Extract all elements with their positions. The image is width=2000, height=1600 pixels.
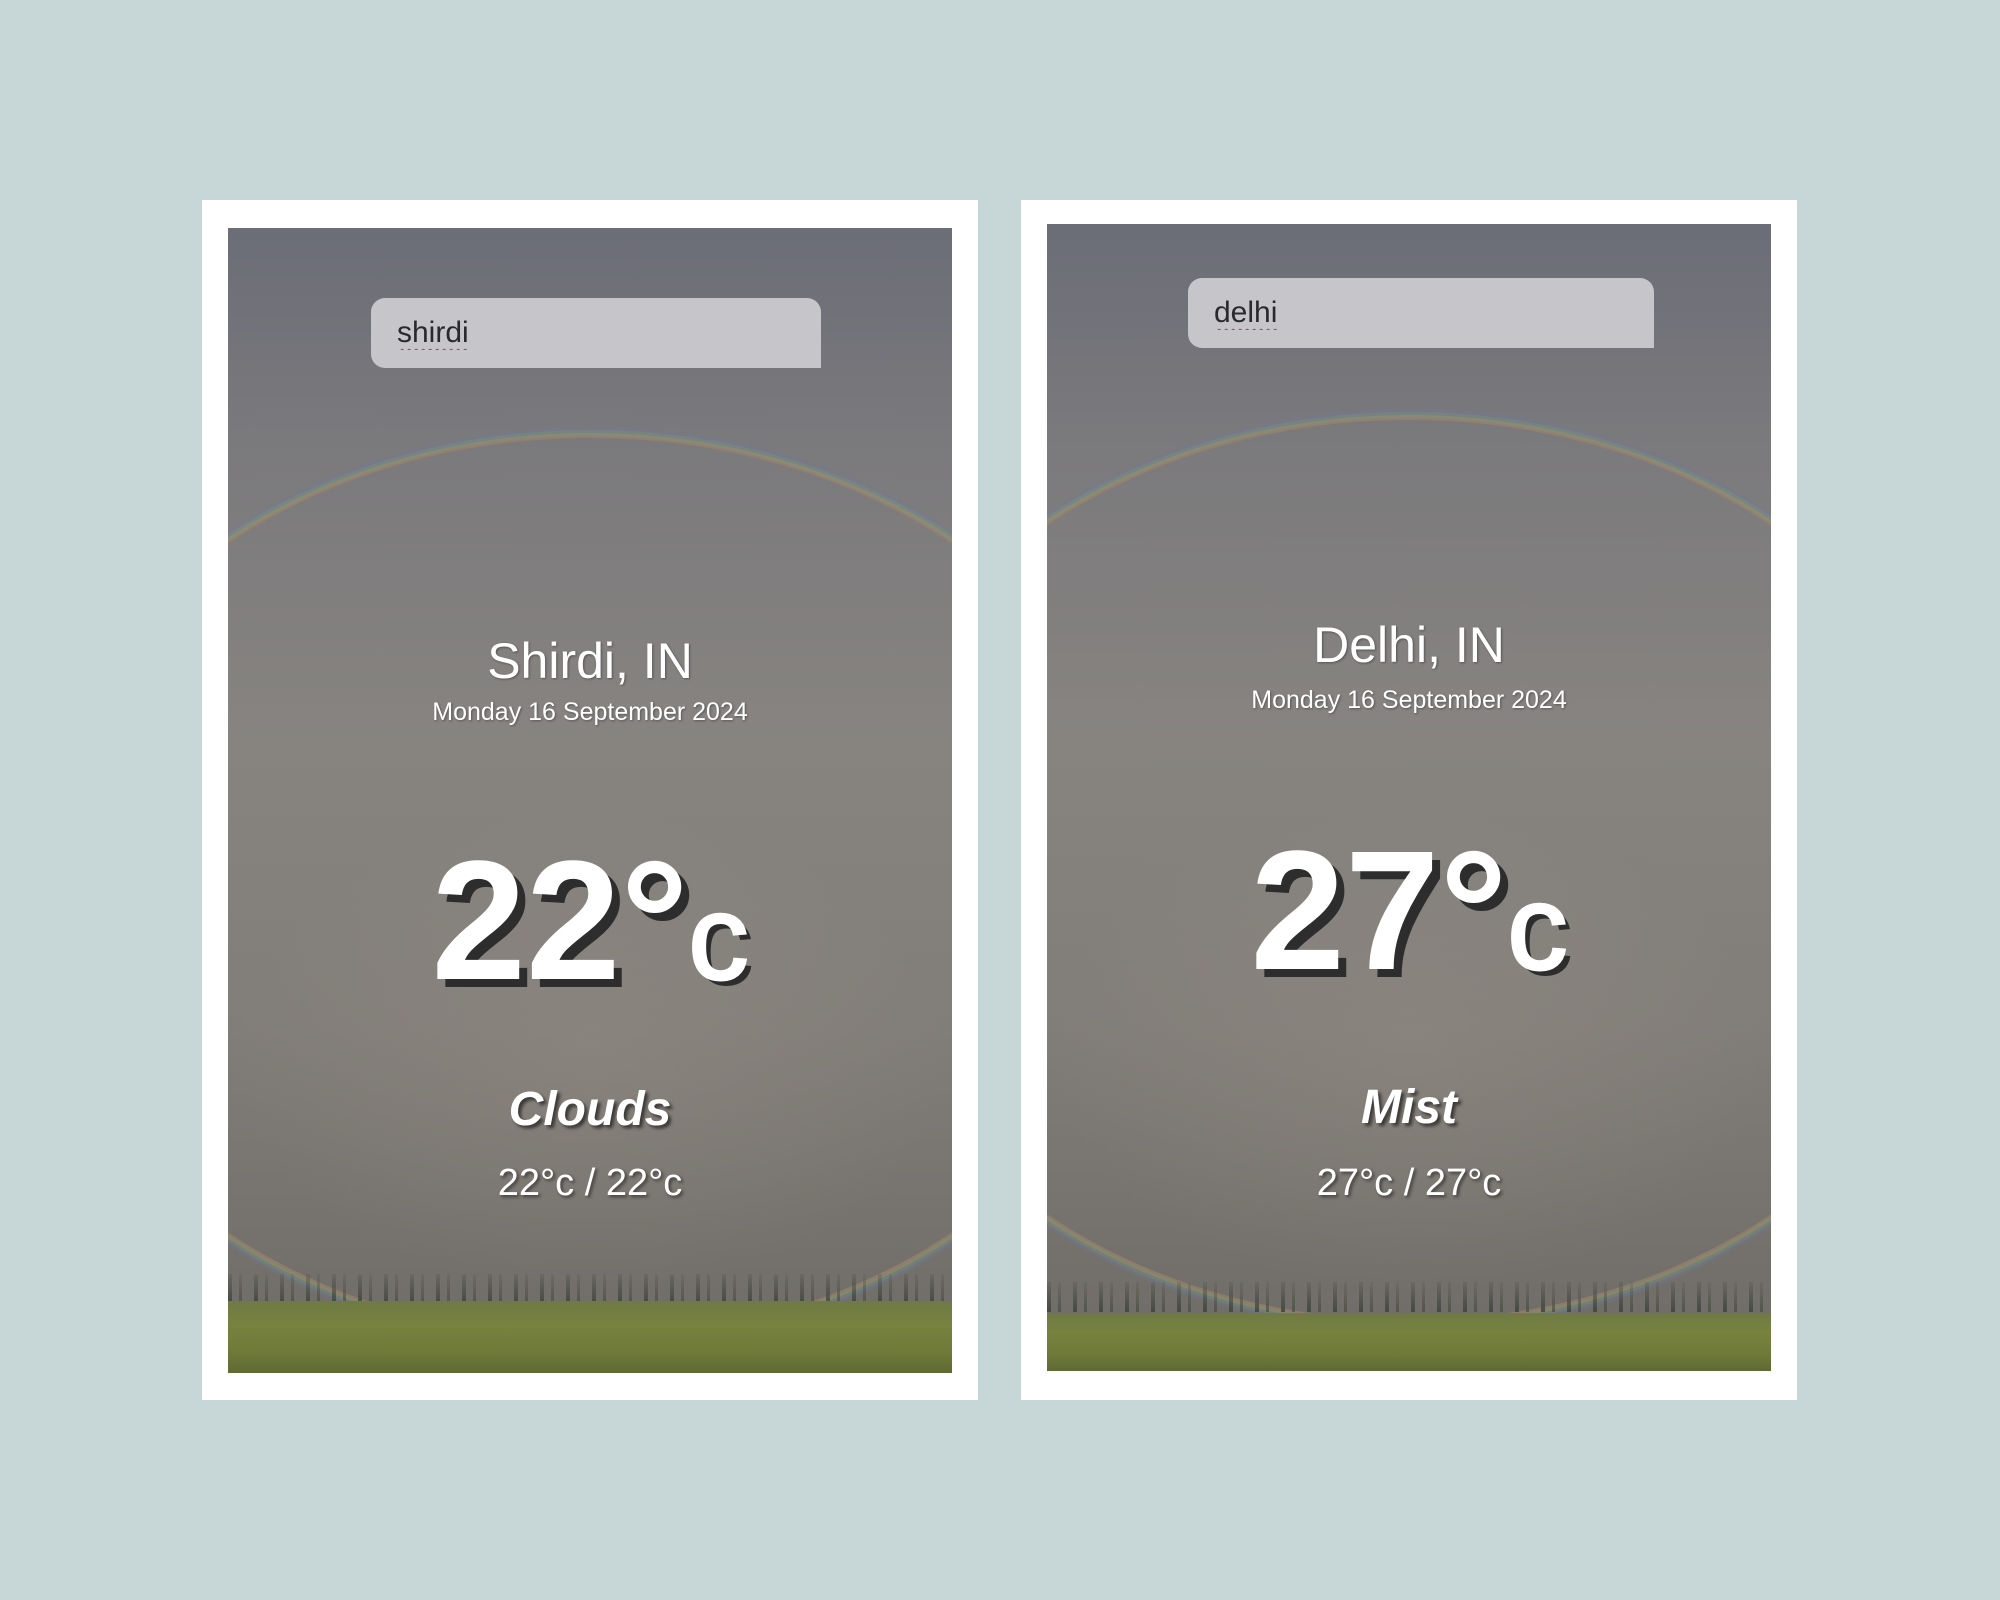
location-name: Shirdi, IN <box>487 633 693 689</box>
temperature-unit: c <box>1506 861 1569 995</box>
current-temperature: 22°c <box>228 836 952 1006</box>
current-temperature: 27°c <box>1047 826 1771 996</box>
location-name: Delhi, IN <box>1313 617 1505 673</box>
temperature-value: 27° <box>1250 816 1508 1006</box>
search-box[interactable] <box>1188 278 1654 348</box>
temperature-value: 22° <box>431 826 689 1016</box>
weather-card-delhi: Delhi, IN Monday 16 September 2024 27°c … <box>1021 200 1797 1400</box>
weather-app-screen: Delhi, IN Monday 16 September 2024 27°c … <box>1047 224 1771 1371</box>
weather-card-shirdi: Shirdi, IN Monday 16 September 2024 22°c… <box>202 200 978 1400</box>
temperature-unit: c <box>687 871 750 1005</box>
current-date: Monday 16 September 2024 <box>432 698 748 726</box>
temperature-range: 22°c / 22°c <box>497 1162 683 1204</box>
city-search-input[interactable] <box>1212 295 1630 331</box>
city-search-input[interactable] <box>395 315 797 351</box>
weather-app-screen: Shirdi, IN Monday 16 September 2024 22°c… <box>228 228 952 1373</box>
treeline-background <box>1047 1282 1771 1312</box>
temperature-range: 27°c / 27°c <box>1316 1162 1502 1204</box>
current-date: Monday 16 September 2024 <box>1251 686 1567 714</box>
field-background <box>1047 1313 1771 1371</box>
treeline-background <box>228 1274 952 1304</box>
weather-condition: Clouds <box>508 1083 672 1136</box>
search-box[interactable] <box>371 298 821 368</box>
weather-condition: Mist <box>1361 1081 1457 1134</box>
field-background <box>228 1301 952 1373</box>
